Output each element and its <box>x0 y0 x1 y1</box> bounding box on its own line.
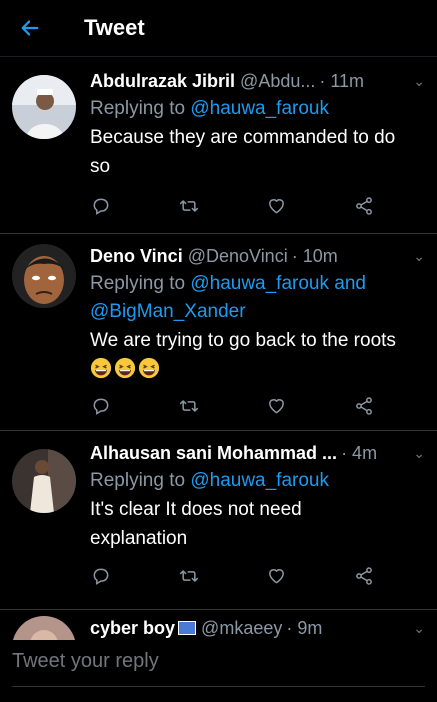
timestamp: · 4m <box>341 442 378 463</box>
author-handle: @mkaeey <box>201 617 283 638</box>
author-name[interactable]: Abdulrazak Jibril <box>90 71 235 92</box>
timestamp: · 11m <box>319 70 365 91</box>
share-icon[interactable] <box>353 395 375 417</box>
replying-to: Replying to @hauwa_farouk <box>90 95 425 123</box>
author-name[interactable]: Alhausan sani Mohammad ... <box>90 443 337 464</box>
back-arrow-icon[interactable] <box>18 16 42 40</box>
reply-input[interactable]: Tweet your reply <box>12 650 159 673</box>
reply-icon[interactable] <box>90 565 112 587</box>
author-handle: @DenoVinci <box>187 245 288 266</box>
mention-link[interactable]: @hauwa_farouk <box>190 470 329 491</box>
tweet-text: Because they are commanded to do so <box>90 123 425 181</box>
tweet-text-line: explanation <box>90 528 188 549</box>
like-heart-icon[interactable] <box>265 195 287 217</box>
avatar[interactable] <box>12 449 76 513</box>
reply-prefix: Replying to <box>90 98 191 119</box>
replying-to: Replying to @hauwa_farouk <box>90 467 425 495</box>
share-icon[interactable] <box>353 195 375 217</box>
mention-link[interactable]: @hauwa_farouk and <box>190 273 366 294</box>
retweet-icon[interactable] <box>178 565 200 587</box>
chevron-down-icon[interactable]: ⌄ <box>405 620 425 637</box>
grinning-squinting-face-icon <box>90 357 112 379</box>
tweet-text-line: so <box>90 156 111 177</box>
top-bar: Tweet <box>0 0 437 57</box>
divider <box>12 686 425 687</box>
like-heart-icon[interactable] <box>265 395 287 417</box>
mention-link[interactable]: @BigMan_Xander <box>90 298 425 326</box>
replying-to: Replying to @hauwa_farouk and @BigMan_Xa… <box>90 270 425 326</box>
reply-icon[interactable] <box>90 395 112 417</box>
chevron-down-icon[interactable]: ⌄ <box>405 445 425 462</box>
share-icon[interactable] <box>353 565 375 587</box>
timestamp: · 9m <box>286 617 323 638</box>
reply-prefix: Replying to <box>90 273 191 294</box>
tweet[interactable]: cyber boy @mkaeey · 9m ⌄ <box>0 610 437 640</box>
avatar[interactable] <box>12 244 76 308</box>
tweet[interactable]: Deno Vinci @DenoVinci · 10m ⌄ Replying t… <box>0 234 437 431</box>
author-name[interactable]: Deno Vinci <box>90 246 183 267</box>
tweet-text: We are trying to go back to the roots <box>90 326 425 355</box>
tweet-text-line: It's clear It does not need <box>90 499 302 520</box>
mention-link[interactable]: @hauwa_farouk <box>190 98 329 119</box>
grinning-squinting-face-icon <box>138 357 160 379</box>
reply-prefix: Replying to <box>90 470 191 491</box>
tweet-text: It's clear It does not need explanation <box>90 495 425 553</box>
tweet[interactable]: Alhausan sani Mohammad ... · 4m ⌄ Replyi… <box>0 431 437 610</box>
tweet[interactable]: Abdulrazak Jibril @Abdu... · 11m ⌄ Reply… <box>0 57 437 234</box>
like-heart-icon[interactable] <box>265 565 287 587</box>
reply-composer: Tweet your reply <box>0 640 437 702</box>
author-handle: @Abdu... <box>240 70 316 91</box>
emoji-row <box>90 357 425 379</box>
author-name[interactable]: cyber boy <box>90 618 175 639</box>
chevron-down-icon[interactable]: ⌄ <box>405 73 425 90</box>
avatar[interactable] <box>12 616 76 640</box>
tweet-text-line: We are trying to go back to the roots <box>90 330 396 351</box>
retweet-icon[interactable] <box>178 195 200 217</box>
tweet-text-line: Because they are commanded to do <box>90 127 396 148</box>
page-title: Tweet <box>84 15 145 40</box>
chevron-down-icon[interactable]: ⌄ <box>405 248 425 265</box>
retweet-icon[interactable] <box>178 395 200 417</box>
grinning-squinting-face-icon <box>114 357 136 379</box>
timestamp: · 10m <box>291 245 338 266</box>
reply-icon[interactable] <box>90 195 112 217</box>
flag-icon <box>178 621 197 635</box>
avatar[interactable] <box>12 75 76 139</box>
